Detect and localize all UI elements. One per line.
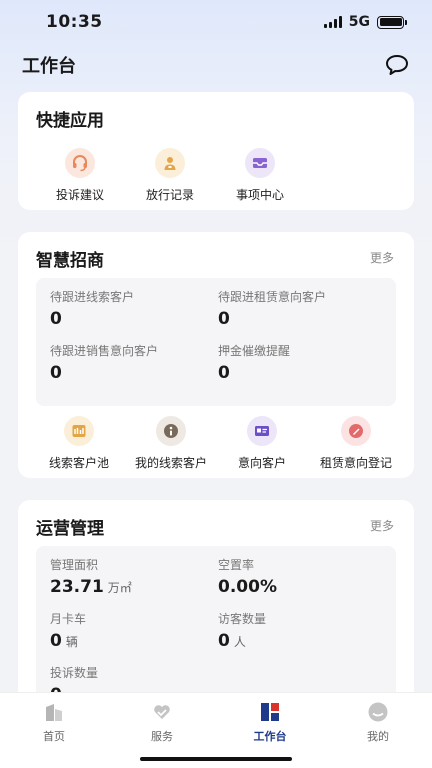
stat-deposit-reminder[interactable]: 押金催缴提醒 0 bbox=[218, 342, 290, 383]
stat-label: 待跟进租赁意向客户 bbox=[218, 290, 327, 304]
smart-merchant-title: 智慧招商 bbox=[36, 251, 104, 271]
app-label: 事项中心 bbox=[235, 188, 284, 202]
network-type: 5G bbox=[348, 14, 370, 30]
stat-label: 押金催缴提醒 bbox=[218, 344, 291, 358]
stat-pending-sales-clients[interactable]: 待跟进销售意向客户 0 bbox=[50, 342, 158, 383]
merchant-stats: 待跟进线索客户 0 待跟进租赁意向客户 0 待跟进销售意向客户 0 押金催缴提醒… bbox=[36, 278, 396, 406]
tab-label: 我的 bbox=[367, 730, 389, 743]
app-task-center[interactable]: 事项中心 bbox=[220, 148, 300, 203]
inbox-icon bbox=[245, 148, 275, 178]
app-release-record[interactable]: 放行记录 bbox=[130, 148, 210, 203]
stat-value: 0 bbox=[218, 363, 230, 383]
stat-label: 空置率 bbox=[218, 558, 255, 572]
page-header: 工作台 bbox=[0, 44, 432, 86]
chat-bubble-icon bbox=[386, 55, 408, 75]
message-button[interactable] bbox=[384, 52, 410, 78]
pool-icon bbox=[64, 416, 94, 446]
status-time: 10:35 bbox=[46, 12, 103, 32]
app-lead-client-pool[interactable]: 线索客户池 bbox=[40, 416, 118, 471]
building-icon bbox=[46, 704, 62, 721]
stat-unit: 万㎡ bbox=[107, 581, 132, 595]
heart-hand-icon bbox=[154, 705, 170, 719]
operations-title: 运营管理 bbox=[36, 519, 104, 539]
person-info-icon bbox=[156, 416, 186, 446]
stat-label: 待跟进线索客户 bbox=[50, 290, 135, 304]
stat-value: 0 bbox=[218, 309, 230, 329]
app-label: 意向客户 bbox=[237, 456, 286, 470]
tab-label: 工作台 bbox=[253, 730, 287, 743]
app-lease-intention-register[interactable]: 租赁意向登记 bbox=[306, 416, 406, 471]
home-indicator bbox=[140, 757, 292, 761]
stat-label: 待跟进销售意向客户 bbox=[50, 344, 159, 358]
quick-apps-card: 快捷应用 投诉建议 放行记录 事项中心 bbox=[18, 92, 414, 210]
operations-more-link[interactable]: 更多 bbox=[370, 517, 394, 534]
status-indicators: 5G bbox=[323, 14, 407, 30]
stat-value: 0 bbox=[50, 309, 62, 329]
merchant-more-link[interactable]: 更多 bbox=[370, 249, 394, 266]
app-complaint-suggestion[interactable]: 投诉建议 bbox=[40, 148, 120, 203]
pen-icon bbox=[341, 416, 371, 446]
stat-value: 0辆 bbox=[50, 631, 78, 651]
app-my-lead-clients[interactable]: 我的线索客户 bbox=[126, 416, 216, 471]
stat-value: 0人 bbox=[218, 631, 246, 651]
stat-unit: 辆 bbox=[65, 635, 78, 649]
page-title: 工作台 bbox=[22, 56, 76, 77]
stat-visitor-count[interactable]: 访客数量 0人 bbox=[218, 610, 266, 651]
smart-merchant-card: 智慧招商 更多 待跟进线索客户 0 待跟进租赁意向客户 0 待跟进销售意向客户 … bbox=[18, 232, 414, 478]
tab-workbench[interactable]: 工作台 bbox=[230, 701, 310, 744]
stat-value: 23.71 万㎡ bbox=[50, 577, 132, 597]
stat-vacancy-rate[interactable]: 空置率 0.00% bbox=[218, 556, 277, 597]
stat-pending-lease-clients[interactable]: 待跟进租赁意向客户 0 bbox=[218, 288, 326, 329]
quick-apps-title: 快捷应用 bbox=[36, 111, 104, 131]
stat-pending-lead-clients[interactable]: 待跟进线索客户 0 bbox=[50, 288, 134, 329]
headset-icon bbox=[65, 148, 95, 178]
stat-managed-area[interactable]: 管理面积 23.71 万㎡ bbox=[50, 556, 132, 597]
stat-value: 0.00% bbox=[218, 577, 277, 597]
tab-mine[interactable]: 我的 bbox=[338, 701, 418, 744]
tab-label: 首页 bbox=[43, 730, 65, 743]
app-label: 租赁意向登记 bbox=[319, 456, 392, 470]
stat-value: 0 bbox=[50, 363, 62, 383]
app-label: 放行记录 bbox=[145, 188, 194, 202]
stat-monthly-card-cars[interactable]: 月卡车 0辆 bbox=[50, 610, 86, 651]
stat-label: 月卡车 bbox=[50, 612, 87, 626]
stat-unit: 人 bbox=[233, 635, 246, 649]
id-card-icon bbox=[247, 416, 277, 446]
tab-service[interactable]: 服务 bbox=[122, 701, 202, 744]
workbench-icon bbox=[261, 703, 279, 721]
app-label: 线索客户池 bbox=[48, 456, 109, 470]
operations-card: 运营管理 更多 管理面积 23.71 万㎡ 空置率 0.00% 月卡车 0辆 访客… bbox=[18, 500, 414, 720]
stat-label: 投诉数量 bbox=[50, 666, 99, 680]
tab-home[interactable]: 首页 bbox=[14, 701, 94, 744]
app-label: 我的线索客户 bbox=[134, 456, 207, 470]
stat-label: 管理面积 bbox=[50, 558, 99, 572]
stat-label: 访客数量 bbox=[218, 612, 267, 626]
user-icon bbox=[368, 702, 388, 722]
tab-label: 服务 bbox=[151, 730, 173, 743]
signal-icon bbox=[323, 16, 342, 28]
app-intention-clients[interactable]: 意向客户 bbox=[223, 416, 301, 471]
status-bar: 10:35 5G bbox=[0, 0, 432, 44]
battery-icon bbox=[377, 15, 407, 29]
app-label: 投诉建议 bbox=[55, 188, 104, 202]
person-badge-icon bbox=[155, 148, 185, 178]
bottom-tab-bar: 首页 服务 工作台 我的 bbox=[0, 692, 432, 768]
